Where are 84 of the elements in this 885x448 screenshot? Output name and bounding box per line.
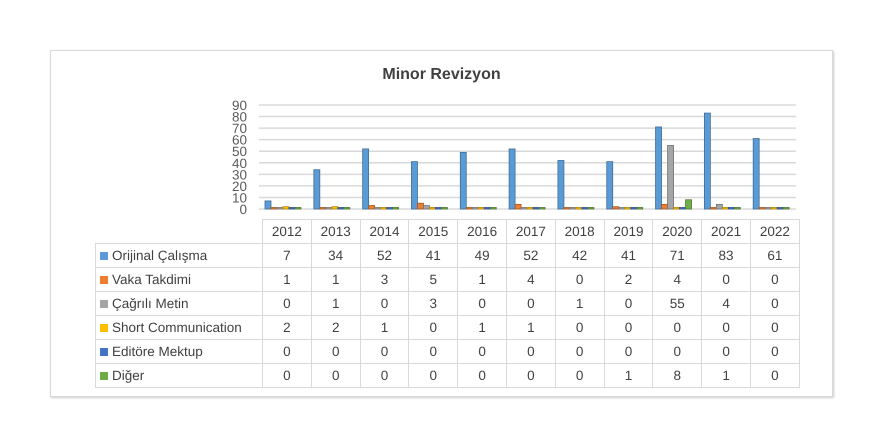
table-value: 0 — [771, 368, 779, 383]
table-value: 0 — [527, 344, 535, 359]
table-value: 42 — [572, 248, 588, 263]
series-name: Short Communication — [112, 320, 242, 335]
table-value: 49 — [474, 248, 490, 263]
table-value: 0 — [624, 296, 632, 311]
table-value: 4 — [527, 272, 535, 287]
table-value: 0 — [283, 296, 291, 311]
table-value: 52 — [376, 248, 392, 263]
table-value: 2 — [624, 272, 632, 287]
series-name: Çağrılı Metin — [112, 296, 189, 311]
table-value: 7 — [283, 248, 291, 263]
table-value: 1 — [722, 368, 730, 383]
table-value: 0 — [576, 320, 584, 335]
table-value: 4 — [674, 272, 682, 287]
category-label: 2021 — [711, 224, 742, 239]
category-label: 2020 — [662, 224, 692, 239]
table-value: 0 — [332, 368, 340, 383]
category-label: 2015 — [418, 224, 448, 239]
table-value: 0 — [430, 368, 438, 383]
table-value: 1 — [576, 296, 584, 311]
table-value: 0 — [380, 296, 388, 311]
table-value: 2 — [283, 320, 291, 335]
category-label: 2017 — [516, 224, 546, 239]
table-value: 1 — [283, 272, 291, 287]
series-name: Vaka Takdimi — [112, 272, 192, 287]
table-value: 0 — [332, 344, 340, 359]
table-value: 0 — [380, 368, 388, 383]
table-value: 41 — [620, 248, 636, 263]
table-value: 34 — [328, 248, 344, 263]
table-value: 52 — [523, 248, 538, 263]
table-value: 1 — [478, 320, 486, 335]
category-label: 2018 — [564, 224, 595, 239]
table-value: 0 — [722, 344, 730, 359]
table-value: 0 — [283, 368, 291, 383]
table-value: 1 — [380, 320, 388, 335]
table-value: 3 — [430, 296, 438, 311]
table-value: 0 — [478, 344, 486, 359]
table-value: 55 — [670, 296, 685, 311]
table-value: 4 — [722, 296, 730, 311]
table-value: 0 — [624, 344, 632, 359]
table-value: 0 — [674, 344, 682, 359]
table-value: 0 — [771, 344, 779, 359]
table-value: 0 — [430, 320, 438, 335]
table-value: 2 — [332, 320, 340, 335]
category-label: 2014 — [369, 224, 400, 239]
category-label: 2012 — [272, 224, 302, 239]
table-value: 0 — [771, 272, 779, 287]
series-name: Editöre Mektup — [112, 344, 203, 359]
table-value: 0 — [478, 368, 486, 383]
table-value: 1 — [478, 272, 486, 287]
table-value: 1 — [332, 296, 340, 311]
table-value: 0 — [380, 344, 388, 359]
table-value: 0 — [576, 344, 584, 359]
table-value: 41 — [426, 248, 441, 263]
table-value: 0 — [674, 320, 682, 335]
table-value: 0 — [430, 344, 438, 359]
table-value: 0 — [722, 272, 730, 287]
category-label: 2022 — [760, 224, 790, 239]
table-value: 0 — [624, 320, 632, 335]
table-value: 0 — [283, 344, 291, 359]
table-value: 3 — [380, 272, 388, 287]
series-name: Diğer — [112, 368, 144, 383]
table-value: 1 — [527, 320, 535, 335]
table-value: 1 — [332, 272, 340, 287]
table-value: 0 — [527, 296, 535, 311]
table-value: 8 — [674, 368, 682, 383]
category-label: 2019 — [613, 224, 644, 239]
chart-title: Minor Revizyon — [382, 66, 501, 84]
table-value: 61 — [767, 248, 782, 263]
table-value: 0 — [527, 368, 535, 383]
category-label: 2013 — [320, 224, 351, 239]
series-name: Orijinal Çalışma — [112, 248, 208, 263]
table-value: 5 — [430, 272, 438, 287]
table-value: 0 — [576, 368, 584, 383]
category-label: 2016 — [467, 224, 498, 239]
table-value: 83 — [718, 248, 734, 263]
table-value: 0 — [722, 320, 730, 335]
table-value: 71 — [670, 248, 685, 263]
table-value: 0 — [576, 272, 584, 287]
table-value: 1 — [624, 368, 632, 383]
table-value: 0 — [771, 296, 779, 311]
table-value: 0 — [771, 320, 779, 335]
table-value: 0 — [478, 296, 486, 311]
